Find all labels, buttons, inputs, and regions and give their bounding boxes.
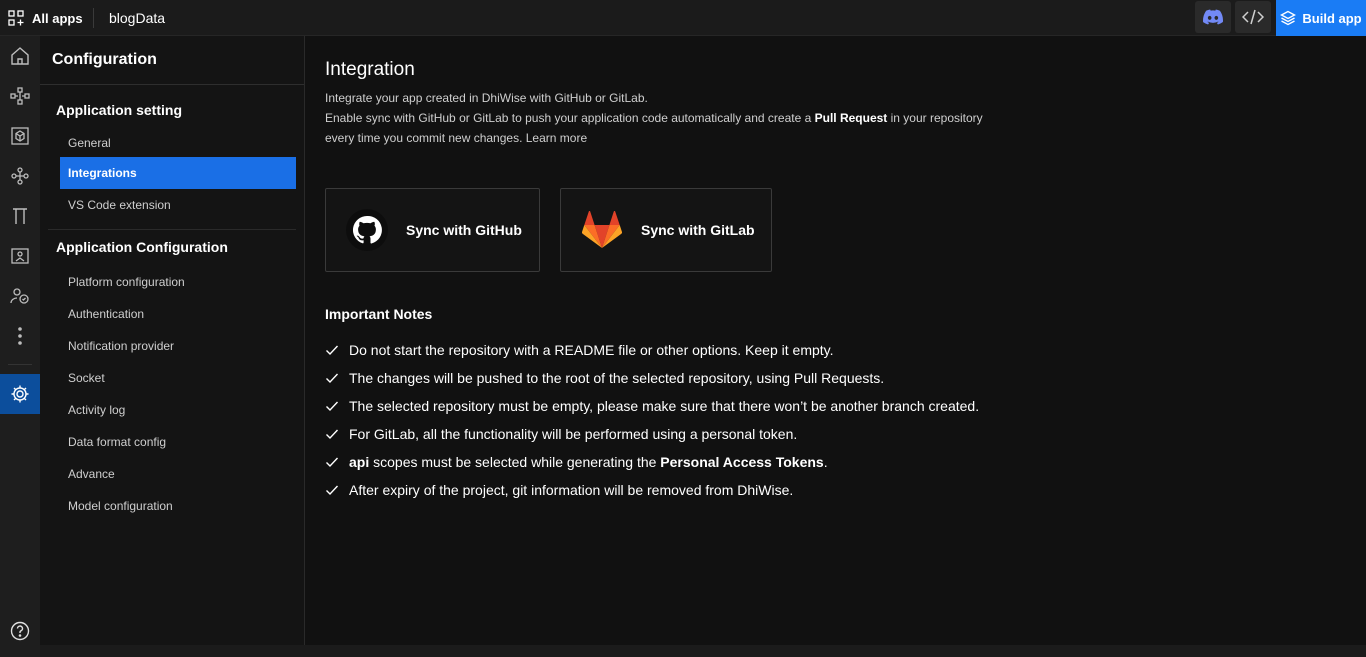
bottom-strip [40,645,1366,657]
tree-icon [10,87,30,105]
section-title-application-configuration: Application Configuration [56,239,228,255]
check-icon [326,373,339,384]
rail-tree[interactable] [0,76,40,116]
all-apps-button[interactable]: All apps [8,9,83,27]
layers-icon [1280,10,1297,26]
sync-gitlab-button[interactable]: Sync with GitLab [560,188,772,272]
build-app-button[interactable]: Build app [1276,0,1366,36]
check-icon [326,485,339,496]
code-button[interactable] [1235,1,1271,33]
left-rail [0,36,40,657]
configuration-title: Configuration [52,51,157,68]
learn-more-link[interactable]: Learn more [526,131,587,145]
settings-icon [11,385,29,403]
important-notes-title: Important Notes [325,306,433,322]
note-item: The selected repository must be empty, p… [325,396,979,416]
note-text: After expiry of the project, git informa… [349,482,794,498]
note-text-mid: scopes must be selected while generating… [369,454,661,470]
app-name: blogData [109,10,166,26]
note-item: For GitLab, all the functionality will b… [325,424,797,444]
help-icon [10,621,30,641]
gitlab-icon [581,209,623,251]
check-icon [326,345,339,356]
nav-item-authentication[interactable]: Authentication [60,298,296,330]
nav-item-vscode-extension[interactable]: VS Code extension [60,189,296,221]
note-text: For GitLab, all the functionality will b… [349,426,798,442]
note-text: api scopes must be selected while genera… [349,454,828,470]
rail-help[interactable] [0,611,40,651]
description-text: every time you commit new changes. [325,131,526,145]
nav-item-advance[interactable]: Advance [60,458,296,490]
description-text: Enable sync with GitHub or GitLab to pus… [325,111,815,125]
top-bar: All apps blogData Build app [0,0,1366,36]
home-icon [11,47,29,65]
main-content: Integration Integrate your app created i… [305,36,1366,645]
nav-item-general[interactable]: General [60,127,296,159]
note-item: api scopes must be selected while genera… [325,452,828,472]
apps-grid-icon [8,10,24,26]
note-text-end: . [823,454,828,470]
note-text: The selected repository must be empty, p… [349,398,980,414]
check-icon [326,429,339,440]
pull-request-bold: Pull Request [814,111,888,125]
api-bold: api [349,454,370,470]
sync-gitlab-label: Sync with GitLab [641,222,755,238]
code-icon [1242,9,1264,25]
check-icon [326,401,339,412]
nav-item-socket[interactable]: Socket [60,362,296,394]
more-vertical-icon [18,327,22,345]
users-icon [10,288,29,304]
note-item: The changes will be pushed to the root o… [325,368,884,388]
pi-icon [13,208,27,224]
note-item: Do not start the repository with a READM… [325,340,834,360]
rail-more[interactable] [0,316,40,356]
description-line-1: Integrate your app created in DhiWise wi… [325,91,648,105]
rail-settings[interactable] [0,374,40,414]
topbar-divider [93,8,94,28]
sync-github-button[interactable]: Sync with GitHub [325,188,540,272]
flow-icon [11,167,29,185]
sync-github-label: Sync with GitHub [406,222,522,238]
rail-users[interactable] [0,276,40,316]
nav-item-activity-log[interactable]: Activity log [60,394,296,426]
configuration-sidebar: Configuration Application setting Genera… [40,36,305,645]
image-card-icon [11,248,29,264]
check-icon [326,457,339,468]
nav-item-model-configuration[interactable]: Model configuration [60,490,296,522]
box-icon [11,127,29,145]
rail-image-card[interactable] [0,236,40,276]
nav-item-data-format-config[interactable]: Data format config [60,426,296,458]
rail-home[interactable] [0,36,40,76]
description-text: in your repository [887,111,983,125]
nav-item-notification-provider[interactable]: Notification provider [60,330,296,362]
section-divider [48,229,296,230]
all-apps-label: All apps [32,10,83,26]
github-icon [346,209,388,251]
rail-pi[interactable] [0,196,40,236]
section-title-application-setting: Application setting [56,102,182,118]
personal-access-tokens-bold: Personal Access Tokens [660,454,824,470]
rail-box[interactable] [0,116,40,156]
note-text: The changes will be pushed to the root o… [349,370,885,386]
description-line-2: Enable sync with GitHub or GitLab to pus… [325,111,983,125]
rail-flow[interactable] [0,156,40,196]
build-app-label: Build app [1302,10,1362,26]
config-divider [40,84,304,85]
discord-icon [1203,9,1223,25]
nav-item-integrations[interactable]: Integrations [60,157,296,189]
description-line-3: every time you commit new changes. Learn… [325,131,587,145]
nav-item-platform-configuration[interactable]: Platform configuration [60,266,296,298]
page-title: Integration [325,59,415,80]
note-item: After expiry of the project, git informa… [325,480,793,500]
discord-button[interactable] [1195,1,1231,33]
rail-separator [8,364,32,365]
note-text: Do not start the repository with a READM… [349,342,834,358]
